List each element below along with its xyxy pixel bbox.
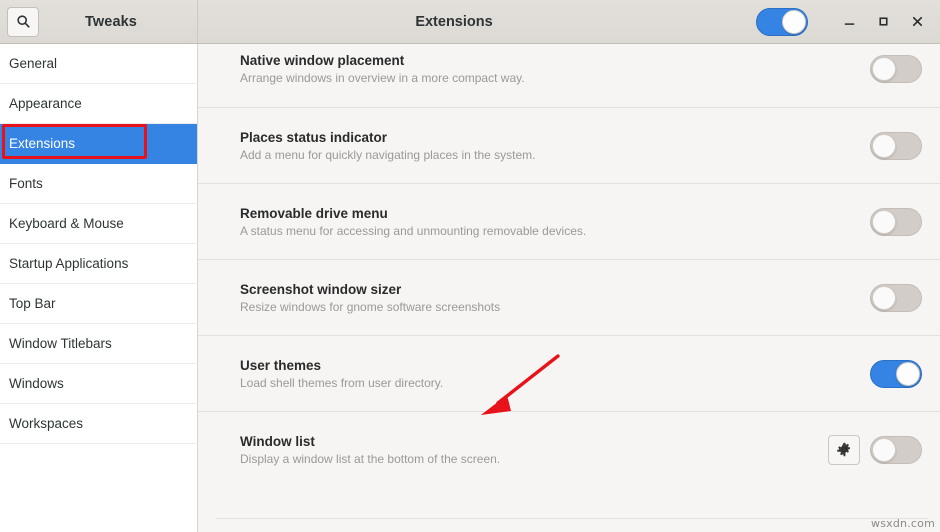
extension-description: Resize windows for gnome software screen…: [240, 299, 501, 314]
extension-toggle[interactable]: [870, 55, 922, 83]
gear-icon[interactable]: [828, 434, 860, 465]
extension-row-window-list[interactable]: Window list Display a window list at the…: [198, 411, 940, 487]
extension-toggle[interactable]: [870, 207, 922, 236]
extension-text-block: Removable drive menu A status menu for a…: [240, 206, 870, 238]
extension-controls: [870, 131, 922, 160]
sidebar-item-startup-applications[interactable]: Startup Applications: [0, 244, 197, 284]
sidebar: General Appearance Extensions Fonts Keyb…: [0, 44, 198, 532]
sidebar-item-top-bar[interactable]: Top Bar: [0, 284, 197, 324]
window-body: General Appearance Extensions Fonts Keyb…: [0, 44, 940, 532]
extension-name: Places status indicator: [240, 129, 388, 145]
watermark: wsxdn.com: [871, 517, 935, 530]
sidebar-item-keyboard-mouse[interactable]: Keyboard & Mouse: [0, 204, 197, 244]
extension-name: Removable drive menu: [240, 205, 388, 221]
sidebar-item-workspaces[interactable]: Workspaces: [0, 404, 197, 444]
extension-controls: [870, 359, 922, 388]
extensions-list: Native window placement Arrange windows …: [198, 44, 940, 487]
extension-controls: [828, 434, 922, 465]
sidebar-item-general[interactable]: General: [0, 44, 197, 84]
extension-description: Add a menu for quickly navigating places…: [240, 147, 536, 162]
toggle-knob: [782, 9, 806, 34]
extension-text-block: User themes Load shell themes from user …: [240, 358, 870, 390]
extension-controls: [870, 283, 922, 312]
tweaks-window: Tweaks Extensions General Appearance Ext…: [0, 0, 940, 532]
extension-toggle[interactable]: [870, 283, 922, 312]
extension-name: User themes: [240, 357, 322, 373]
extension-description: Arrange windows in overview in a more co…: [240, 71, 525, 85]
sidebar-item-label: Fonts: [9, 176, 43, 191]
extension-row-user-themes[interactable]: User themes Load shell themes from user …: [198, 335, 940, 411]
extension-row-screenshot-window-sizer[interactable]: Screenshot window sizer Resize windows f…: [198, 259, 940, 335]
titlebar-left-pane: Tweaks: [0, 0, 198, 43]
extension-toggle[interactable]: [870, 435, 922, 464]
sidebar-item-label: Windows: [9, 376, 64, 391]
app-title: Tweaks: [85, 13, 137, 30]
extension-toggle[interactable]: [870, 359, 922, 388]
sidebar-item-label: General: [9, 56, 58, 71]
list-bottom-divider: [216, 518, 928, 519]
toggle-knob: [872, 57, 896, 81]
toggle-knob: [872, 209, 896, 234]
toggle-knob: [872, 285, 896, 310]
extension-controls: [870, 207, 922, 236]
sidebar-item-extensions[interactable]: Extensions: [0, 124, 197, 164]
extension-controls: [870, 55, 922, 83]
sidebar-item-label: Startup Applications: [9, 256, 129, 271]
sidebar-item-window-titlebars[interactable]: Window Titlebars: [0, 324, 197, 364]
search-icon[interactable]: [7, 6, 39, 37]
extension-row-native-window-placement[interactable]: Native window placement Arrange windows …: [198, 44, 940, 107]
extensions-panel[interactable]: Native window placement Arrange windows …: [198, 44, 940, 532]
sidebar-item-fonts[interactable]: Fonts: [0, 164, 197, 204]
sidebar-item-label: Extensions: [9, 136, 76, 151]
sidebar-item-label: Keyboard & Mouse: [9, 216, 124, 231]
extension-text-block: Window list Display a window list at the…: [240, 434, 828, 466]
toggle-knob: [872, 437, 896, 462]
extension-text-block: Screenshot window sizer Resize windows f…: [240, 282, 870, 314]
extension-row-removable-drive-menu[interactable]: Removable drive menu A status menu for a…: [198, 183, 940, 259]
extension-description: A status menu for accessing and unmounti…: [240, 223, 587, 238]
extension-description: Display a window list at the bottom of t…: [240, 451, 501, 466]
sidebar-item-label: Workspaces: [9, 416, 84, 431]
extension-description: Load shell themes from user directory.: [240, 375, 444, 390]
extension-row-places-status-indicator[interactable]: Places status indicator Add a menu for q…: [198, 107, 940, 183]
toggle-knob: [872, 133, 896, 158]
page-title: Extensions: [415, 13, 493, 30]
sidebar-item-label: Appearance: [9, 96, 82, 111]
extensions-master-toggle[interactable]: [756, 7, 808, 36]
titlebar: Tweaks Extensions: [0, 0, 940, 44]
extension-text-block: Native window placement Arrange windows …: [240, 53, 870, 85]
toggle-knob: [896, 361, 920, 386]
extension-text-block: Places status indicator Add a menu for q…: [240, 130, 870, 162]
sidebar-item-label: Window Titlebars: [9, 336, 112, 351]
extension-name: Window list: [240, 433, 315, 449]
extension-name: Native window placement: [240, 53, 405, 68]
sidebar-item-appearance[interactable]: Appearance: [0, 84, 197, 124]
sidebar-item-windows[interactable]: Windows: [0, 364, 197, 404]
titlebar-right-pane: Extensions: [198, 0, 940, 43]
sidebar-item-label: Top Bar: [9, 296, 56, 311]
extension-toggle[interactable]: [870, 131, 922, 160]
extension-name: Screenshot window sizer: [240, 281, 402, 297]
